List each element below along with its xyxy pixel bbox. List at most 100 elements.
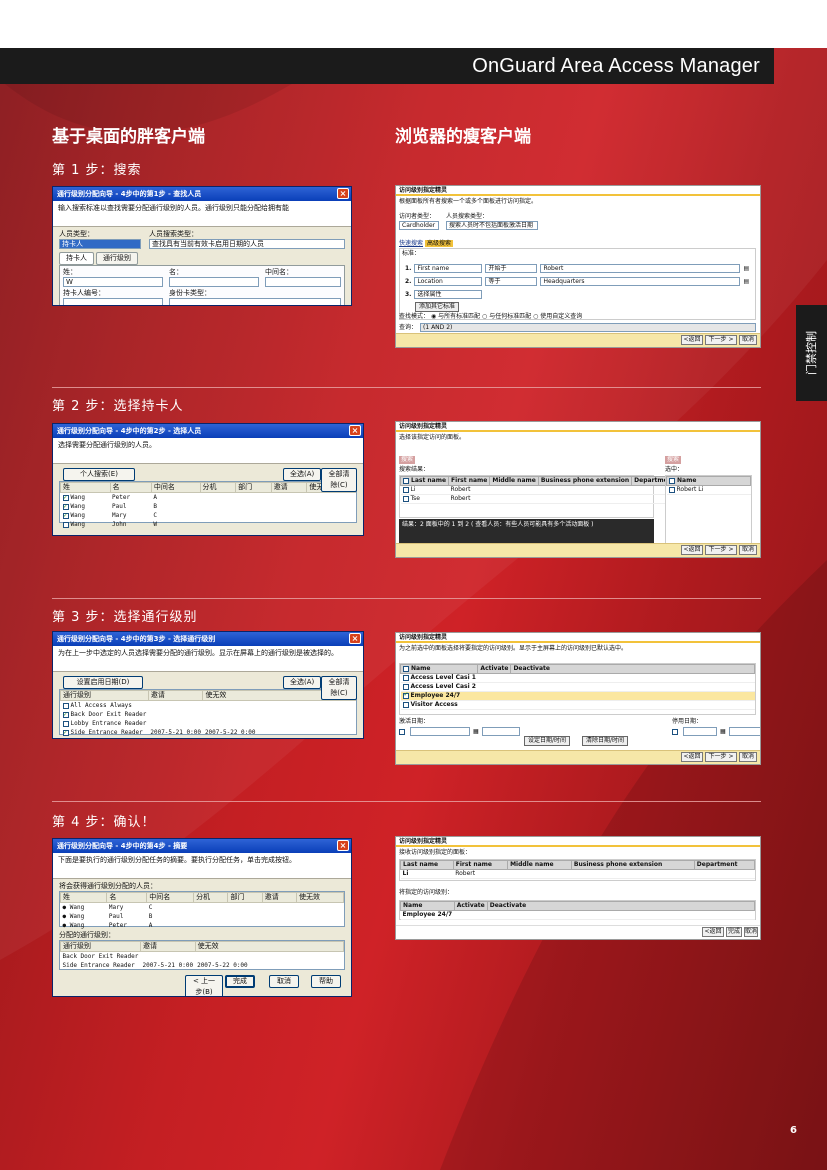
back-button[interactable]: <返回 [681, 545, 703, 555]
column-header[interactable]: Deactivate [510, 664, 755, 674]
row-checkbox[interactable] [62, 710, 69, 719]
column-header[interactable]: 部门 [235, 482, 272, 493]
deactivate-time-input[interactable] [728, 727, 760, 736]
table-row[interactable]: Lobby Entrance Reader [61, 719, 356, 728]
table-row[interactable]: Visitor Access [400, 700, 755, 710]
activate-time-input[interactable] [481, 727, 520, 736]
row-checkbox[interactable] [62, 728, 69, 737]
close-icon[interactable]: × [349, 633, 361, 644]
field-select[interactable]: First name [414, 264, 483, 273]
table-row[interactable]: All Access Always [61, 701, 356, 711]
field-select[interactable]: Location [414, 277, 483, 286]
lookup-icon[interactable]: ▤ [743, 278, 749, 286]
row-checkbox[interactable] [62, 702, 69, 709]
table-row[interactable]: WangPaulB [61, 502, 356, 511]
row-checkbox[interactable] [62, 720, 69, 727]
row-checkbox[interactable] [62, 521, 69, 528]
last-name-input[interactable]: W [63, 277, 163, 287]
column-header[interactable]: First name [448, 476, 491, 486]
table-row[interactable]: Robert Li [666, 485, 751, 495]
column-header[interactable]: 邀请 [147, 690, 204, 701]
clear-all-button[interactable]: 全部清除(C) [321, 468, 357, 492]
close-icon[interactable]: × [349, 425, 361, 436]
tab-quick-search[interactable]: 快速搜索 [399, 240, 423, 247]
radio-match-any[interactable]: ○ 与任何标准匹配 [482, 313, 531, 320]
first-name-input[interactable] [169, 277, 259, 287]
column-header[interactable]: 分机 [199, 482, 237, 493]
search-type-select[interactable]: 搜索人员时不包括面板激活日期 [446, 221, 538, 230]
close-icon[interactable]: × [337, 188, 349, 199]
cancel-button[interactable]: 取消 [739, 545, 757, 555]
column-header[interactable]: 中间名 [150, 482, 201, 493]
column-header[interactable]: 通行级别 [60, 690, 149, 701]
back-button[interactable]: < 上一步(B) [185, 975, 223, 996]
row-checkbox[interactable] [62, 493, 69, 502]
person-type-select[interactable]: 持卡人 [59, 239, 141, 249]
help-button[interactable]: 帮助 [311, 975, 341, 988]
set-date-time-button[interactable]: 设定日期/时间 [524, 736, 571, 746]
row-checkbox[interactable] [402, 691, 409, 699]
column-header[interactable]: Activate [477, 664, 512, 674]
select-all-button[interactable]: 全选(A) [283, 468, 322, 481]
row-checkbox[interactable] [62, 502, 69, 511]
cancel-button[interactable]: 取消 [744, 927, 758, 937]
badge-number-input[interactable] [63, 298, 163, 305]
table-row[interactable]: Employee 24/7 [400, 691, 755, 701]
operator-select[interactable]: 等于 [485, 277, 538, 286]
middle-name-input[interactable] [265, 277, 341, 287]
select-all-button[interactable]: 全选(A) [283, 676, 322, 689]
radio-match-all[interactable]: ◉ 与所有标准匹配 [431, 313, 480, 320]
clear-date-time-button[interactable]: 清除日期/时间 [582, 736, 629, 746]
row-checkbox[interactable] [402, 495, 409, 502]
row-checkbox[interactable] [402, 701, 409, 708]
table-row[interactable]: Tse Robert [400, 494, 678, 504]
column-header[interactable]: Business phone extension [537, 476, 633, 486]
badge-type-select[interactable] [169, 298, 341, 305]
column-header[interactable]: 名 [109, 482, 152, 493]
cancel-button[interactable]: 取消 [269, 975, 299, 988]
activate-date-input[interactable] [410, 727, 470, 736]
visitor-type-select[interactable]: Cardholder [399, 221, 439, 230]
back-button[interactable]: <返回 [681, 752, 703, 762]
add-criteria-button[interactable]: 添加其它标准 [415, 302, 460, 312]
deactivate-date-input[interactable] [683, 727, 717, 736]
calendar-icon[interactable]: ▦ [720, 728, 726, 736]
person-search-button[interactable]: 个人搜索(E) [63, 468, 135, 481]
column-header[interactable]: Middle name [489, 476, 539, 486]
finish-button[interactable]: 完成 [726, 927, 742, 937]
column-header[interactable]: Last name [399, 476, 450, 486]
row-checkbox[interactable] [668, 486, 675, 493]
table-row[interactable]: WangPeterA [61, 493, 356, 503]
value-input[interactable]: Headquarters [540, 277, 741, 286]
row-checkbox[interactable] [62, 511, 69, 520]
field-select[interactable]: 选择属性 [414, 290, 483, 299]
deactivate-checkbox[interactable] [672, 728, 678, 735]
next-button[interactable]: 下一步 > [705, 545, 737, 555]
back-button[interactable]: <返回 [681, 335, 703, 345]
finish-button[interactable]: 完成 [225, 975, 255, 988]
table-row[interactable]: Access Level Casi 1 [400, 673, 755, 683]
tab-cardholder[interactable]: 持卡人 [59, 252, 94, 265]
back-button[interactable]: <返回 [702, 927, 724, 937]
set-dates-button[interactable]: 设置启用日期(D) [63, 676, 143, 689]
table-row[interactable]: Side Entrance Reader2007-5-21 0:002007-5… [61, 728, 356, 737]
column-header[interactable]: Name [399, 664, 479, 674]
column-header[interactable]: 姓 [60, 482, 111, 493]
lookup-icon[interactable]: ▤ [743, 265, 749, 273]
column-header[interactable]: 邀请 [270, 482, 308, 493]
query-input[interactable]: (1 AND 2) [420, 323, 757, 332]
tab-advanced-search[interactable]: 高级搜索 [424, 240, 453, 247]
table-row[interactable]: Access Level Casi 2 [400, 682, 755, 692]
table-row[interactable]: WangMaryC [61, 511, 356, 520]
column-header[interactable]: Name [666, 476, 751, 486]
cancel-button[interactable]: 取消 [739, 752, 757, 762]
operator-select[interactable]: 开始于 [485, 264, 538, 273]
search-link[interactable]: 搜索 [399, 456, 416, 464]
tab-access-levels[interactable]: 通行级别 [96, 252, 138, 265]
next-button[interactable]: 下一步 > [705, 335, 737, 345]
table-row[interactable]: Back Door Exit Reader [61, 710, 356, 719]
value-input[interactable]: Robert [540, 264, 741, 273]
table-row[interactable]: Li Robert [400, 485, 678, 495]
activate-checkbox[interactable] [399, 728, 405, 735]
row-checkbox[interactable] [402, 486, 409, 493]
